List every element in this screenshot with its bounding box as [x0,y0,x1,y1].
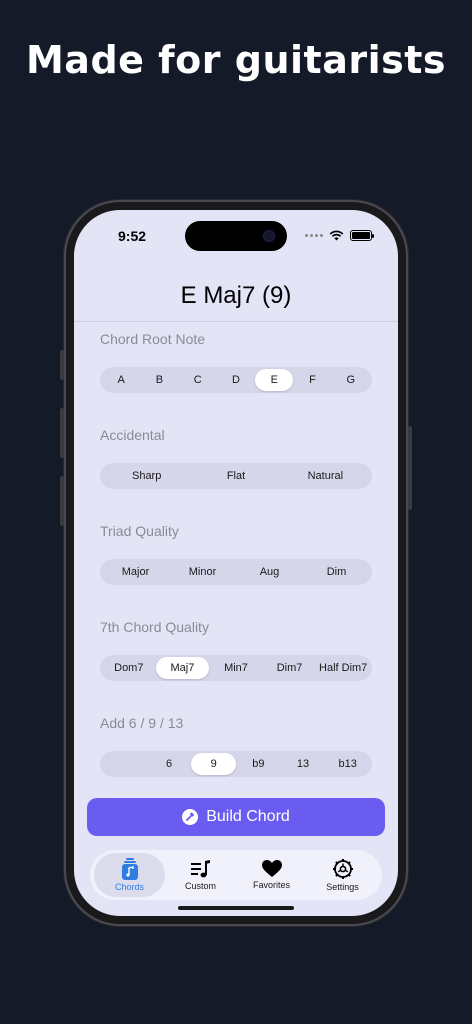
tab-settings-label: Settings [326,882,359,892]
segmented-control: Sharp Flat Natural [100,463,372,489]
tab-bar: Chords Custom Favorites Settings [90,850,382,900]
tab-favorites[interactable]: Favorites [236,853,307,897]
segment-option[interactable]: Sharp [102,465,191,487]
battery-icon [350,230,374,241]
section-label: Chord Root Note [100,331,206,347]
camera-icon [263,230,275,242]
power-button [408,426,412,510]
segment-option[interactable] [102,753,147,775]
build-chord-label: Build Chord [206,808,290,825]
signal-dots-icon [305,234,323,237]
tab-custom[interactable]: Custom [165,853,236,897]
segment-option[interactable]: Dim [303,561,370,583]
segment-option[interactable]: B [140,369,178,391]
tab-custom-label: Custom [184,881,216,891]
segmented-control: Dom7 Maj7 Min7 Dim7 Half Dim7 [100,655,372,681]
section-label: Triad Quality [100,523,179,539]
segment-option[interactable]: Dim7 [263,657,317,679]
segment-option[interactable]: Maj7 [155,657,210,679]
segment-option[interactable]: G [332,369,370,391]
tab-chords[interactable]: Chords [94,853,165,897]
segment-option[interactable]: Flat [191,465,280,487]
dynamic-island [185,221,287,251]
segment-option[interactable]: D [217,369,255,391]
volume-up-button [60,408,64,458]
hammer-icon [182,809,199,825]
segment-option[interactable]: 13 [281,753,326,775]
segment-option[interactable]: b13 [325,753,370,775]
section-label: Accidental [100,427,165,443]
headline: Made for guitarists [25,38,447,82]
segment-option[interactable]: Minor [169,561,236,583]
segment-option[interactable]: E [255,369,294,391]
home-indicator [178,906,294,910]
heart-icon [261,860,282,877]
build-chord-button[interactable]: Build Chord [87,798,385,836]
section-label: 7th Chord Quality [100,619,209,635]
app-screen: 9:52 E Maj7 (9) Chord Root Note A B C D E F G Ac… [74,210,398,916]
playlist-icon [190,860,210,878]
title-divider [74,321,398,322]
gear-icon [332,859,353,879]
mute-switch [60,350,64,380]
tab-chords-label: Chords [114,882,144,892]
segment-option[interactable]: 9 [191,753,237,775]
segment-option[interactable]: Min7 [209,657,263,679]
segment-option[interactable]: C [179,369,217,391]
wifi-icon [329,230,344,241]
segment-option[interactable]: Half Dim7 [316,657,370,679]
segment-option[interactable]: Dom7 [102,657,156,679]
tab-settings[interactable]: Settings [307,853,378,897]
chord-title: E Maj7 (9) [180,282,292,309]
segment-option[interactable]: 6 [147,753,192,775]
music-note-icon [121,858,138,880]
status-icons [305,230,374,241]
segment-option[interactable]: Natural [281,465,370,487]
volume-down-button [60,476,64,526]
segment-option[interactable]: Major [102,561,169,583]
segment-option[interactable]: b9 [236,753,281,775]
segment-option[interactable]: Aug [236,561,303,583]
segment-option[interactable]: A [102,369,140,391]
tab-favorites-label: Favorites [252,880,290,890]
segmented-control: Major Minor Aug Dim [100,559,372,585]
segmented-control: 6 9 b9 13 b13 [100,751,372,777]
section-label: Add 6 / 9 / 13 [100,715,184,731]
segment-option[interactable]: F [293,369,331,391]
segmented-control: ABCDEFG [100,367,372,393]
status-time: 9:52 [118,228,147,244]
